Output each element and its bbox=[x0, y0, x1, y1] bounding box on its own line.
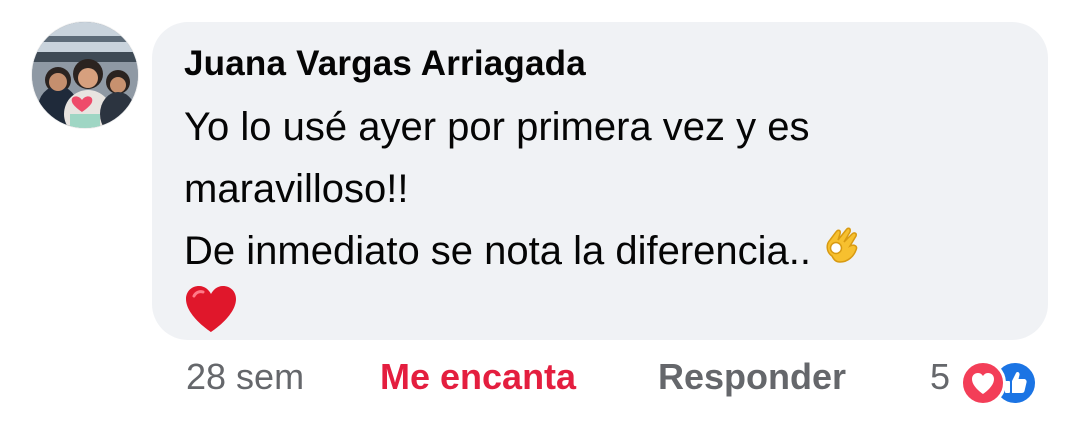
comment: Juana Vargas Arriagada Yo lo usé ayer po… bbox=[0, 0, 1080, 423]
love-reaction-button[interactable]: Me encanta bbox=[380, 356, 576, 398]
comment-actions: 28 sem Me encanta Responder 5 bbox=[0, 350, 1080, 410]
comment-timestamp[interactable]: 28 sem bbox=[186, 356, 304, 398]
red-heart-emoji bbox=[184, 284, 238, 352]
avatar[interactable] bbox=[32, 22, 138, 128]
comment-line-text: De inmediato se nota la diferencia.. bbox=[184, 229, 812, 273]
comment-line bbox=[184, 284, 1024, 352]
reply-button[interactable]: Responder bbox=[658, 356, 846, 398]
comment-author[interactable]: Juana Vargas Arriagada bbox=[184, 44, 586, 84]
ok-hand-emoji bbox=[822, 222, 862, 284]
comment-line: De inmediato se nota la diferencia.. bbox=[184, 220, 1024, 284]
comment-line: Yo lo usé ayer por primera vez y es bbox=[184, 105, 810, 149]
comment-body: Yo lo usé ayer por primera vez y es mara… bbox=[184, 96, 1024, 352]
comment-line: maravilloso!! bbox=[184, 167, 409, 211]
love-reaction-icon bbox=[960, 360, 1006, 406]
comment-bubble: Juana Vargas Arriagada Yo lo usé ayer po… bbox=[152, 22, 1048, 340]
reaction-count: 5 bbox=[930, 356, 951, 397]
avatar-photo bbox=[32, 22, 138, 128]
